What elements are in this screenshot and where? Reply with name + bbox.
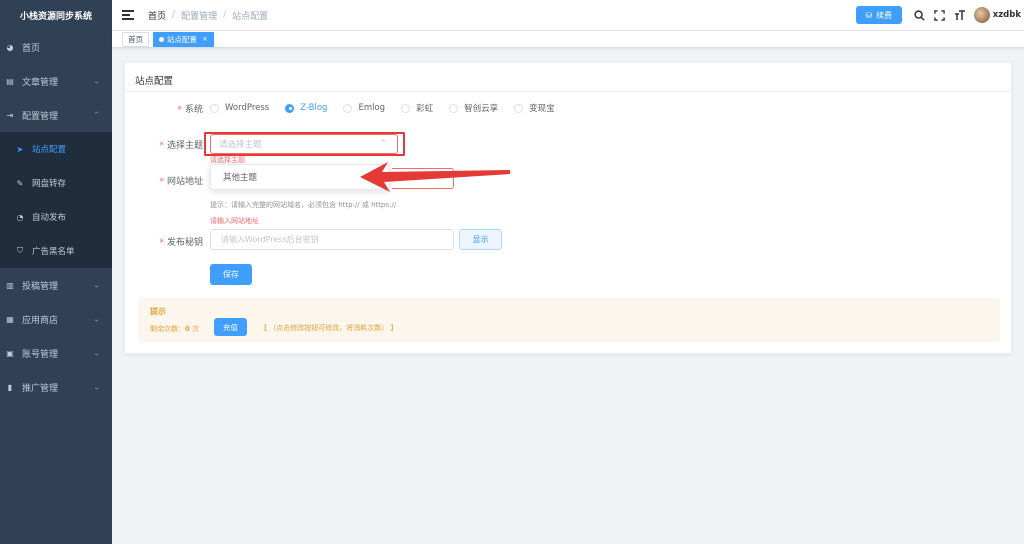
edit-icon: ✎ xyxy=(16,178,24,188)
radio-zblog[interactable]: Z-Blog xyxy=(285,103,327,113)
sidebar-item-label: 推广管理 xyxy=(22,383,59,394)
username[interactable]: xzdbk xyxy=(993,10,1021,20)
sidebar: 小栈资源同步系统 ◕ 首页 ▤ 文章管理 ⌄ ⇥ 配置管理 ⌃ ➤ 站点配置 ✎… xyxy=(0,0,112,544)
chevron-down-icon: ⌄ xyxy=(93,314,100,324)
sidebar-item-label: 账号管理 xyxy=(22,349,59,360)
remaining-count: 剩余次数：0 次 xyxy=(150,325,200,333)
tags-view-bar: 首页 站点配置 × xyxy=(112,30,1024,48)
sidebar-item-submissions[interactable]: ▥ 投稿管理 ⌄ xyxy=(0,268,112,302)
sidebar-item-label: 投稿管理 xyxy=(22,281,59,292)
schedule-icon: ◔ xyxy=(16,212,24,222)
header-actions: ⛁ 续费 xzdbk xyxy=(855,0,1024,30)
config-icon: ⇥ xyxy=(6,110,14,120)
top-navbar: 首页 / 配置管理 / 站点配置 ⛁ 续费 xzdbk xyxy=(112,0,1024,30)
chevron-down-icon: ⌄ xyxy=(93,280,100,290)
radio-emlog[interactable]: Emlog xyxy=(343,103,385,113)
sidebar-item-netdisk[interactable]: ✎ 网盘转存 xyxy=(0,166,112,200)
sidebar-item-label: 自动发布 xyxy=(32,213,67,223)
key-label: * 发布秘钥 xyxy=(159,238,203,248)
sidebar-item-articles[interactable]: ▤ 文章管理 ⌄ xyxy=(0,64,112,98)
sidebar-item-label: 配置管理 xyxy=(22,111,59,122)
tag-site-config[interactable]: 站点配置 × xyxy=(153,31,214,47)
radio-bianxianbao[interactable]: 变现宝 xyxy=(514,102,555,114)
recharge-button[interactable]: 充值 xyxy=(214,318,247,336)
tag-label: 首页 xyxy=(128,34,143,44)
breadcrumb-separator: / xyxy=(172,10,176,20)
radio-wordpress[interactable]: WordPress xyxy=(210,103,269,113)
sidebar-item-label: 文章管理 xyxy=(22,77,59,88)
save-button[interactable]: 保存 xyxy=(210,264,252,285)
system-radio-group: WordPress Z-Blog Emlog 彩虹 智创云享 变现宝 xyxy=(210,102,571,114)
sidebar-item-home[interactable]: ◕ 首页 xyxy=(0,30,112,64)
app-logo-title: 小栈资源同步系统 xyxy=(19,11,92,22)
font-size-icon[interactable] xyxy=(952,7,968,23)
sidebar-item-label: 站点配置 xyxy=(32,145,67,155)
store-icon: ▦ xyxy=(6,314,14,324)
annotation-highlight-box xyxy=(204,132,405,156)
database-icon: ⛁ xyxy=(865,10,873,20)
close-icon[interactable]: × xyxy=(202,35,208,43)
fullscreen-icon[interactable] xyxy=(932,7,948,23)
active-dot-icon xyxy=(159,36,164,42)
shield-icon: ⛉ xyxy=(17,246,23,255)
sidebar-item-site-config[interactable]: ➤ 站点配置 xyxy=(0,132,112,166)
sidebar-item-appstore[interactable]: ▦ 应用商店 ⌄ xyxy=(0,302,112,336)
show-key-button[interactable]: 显示 xyxy=(459,229,502,250)
document-icon: ▤ xyxy=(6,76,14,86)
sidebar-item-autopublish[interactable]: ◔ 自动发布 xyxy=(0,200,112,234)
card-divider xyxy=(125,91,1011,92)
chevron-down-icon: ⌄ xyxy=(93,348,100,358)
url-hint: 提示：请输入完整的网站域名，必须包含 http:// 或 https:// xyxy=(210,201,397,209)
theme-option-other[interactable]: 其他主题 xyxy=(223,171,257,183)
theme-label: * 选择主题 xyxy=(159,141,203,151)
bar-chart-icon: ▥ xyxy=(6,280,14,290)
sidebar-item-accounts[interactable]: ▣ 账号管理 ⌄ xyxy=(0,336,112,370)
sidebar-item-config[interactable]: ⇥ 配置管理 ⌃ xyxy=(0,98,112,132)
publish-key-input[interactable]: 请输入WordPress后台密钥 xyxy=(210,229,454,250)
tip-panel: 提示 剩余次数：0 次 充值 【 （点击修改按钮可修改，将消耗次数） 】 xyxy=(138,298,1000,342)
url-error: 请输入网站地址 xyxy=(210,217,259,225)
tag-home[interactable]: 首页 xyxy=(122,31,149,47)
radio-caihong[interactable]: 彩虹 xyxy=(401,102,433,114)
dashboard-icon: ◕ xyxy=(6,42,14,52)
search-icon[interactable] xyxy=(912,7,928,23)
sidebar-item-ad-blacklist[interactable]: ⛉ 广告黑名单 xyxy=(0,234,112,268)
avatar[interactable] xyxy=(973,7,990,23)
annotation-arrow-icon xyxy=(360,162,510,192)
sidebar-item-label: 首页 xyxy=(22,43,41,54)
tip-note: 【 （点击修改按钮可修改，将消耗次数） 】 xyxy=(260,324,398,332)
chevron-down-icon: ⌄ xyxy=(93,76,100,86)
account-icon: ▣ xyxy=(6,348,14,358)
breadcrumb-current: 站点配置 xyxy=(232,11,269,22)
config-submenu: ➤ 站点配置 ✎ 网盘转存 ◔ 自动发布 ⛉ 广告黑名单 xyxy=(0,132,112,268)
breadcrumb-separator: / xyxy=(223,10,227,20)
sidebar-item-label: 网盘转存 xyxy=(32,179,67,189)
renew-label: 续费 xyxy=(876,10,893,20)
breadcrumb-home[interactable]: 首页 xyxy=(148,9,166,22)
url-label: * 网站地址 xyxy=(159,177,203,187)
radio-zhichuang[interactable]: 智创云享 xyxy=(449,102,498,114)
sidebar-item-label: 广告黑名单 xyxy=(32,247,75,257)
send-icon: ➤ xyxy=(16,144,24,154)
promote-icon: ▮ xyxy=(7,382,13,392)
breadcrumb: 首页 / 配置管理 / 站点配置 xyxy=(148,9,268,22)
tag-label: 站点配置 xyxy=(167,34,197,44)
chevron-up-icon: ⌃ xyxy=(93,110,100,120)
breadcrumb-config: 配置管理 xyxy=(181,11,218,22)
sidebar-item-promotion[interactable]: ▮ 推广管理 ⌄ xyxy=(0,370,112,404)
sidebar-item-label: 应用商店 xyxy=(22,315,59,326)
renew-button[interactable]: ⛁ 续费 xyxy=(855,6,902,24)
chevron-down-icon: ⌄ xyxy=(93,382,100,392)
card-title: 站点配置 xyxy=(135,76,174,87)
hamburger-icon[interactable] xyxy=(122,8,136,22)
publish-key-placeholder: 请输入WordPress后台密钥 xyxy=(221,235,319,244)
tip-title: 提示 xyxy=(150,307,166,316)
system-label: * 系统 xyxy=(177,105,203,115)
